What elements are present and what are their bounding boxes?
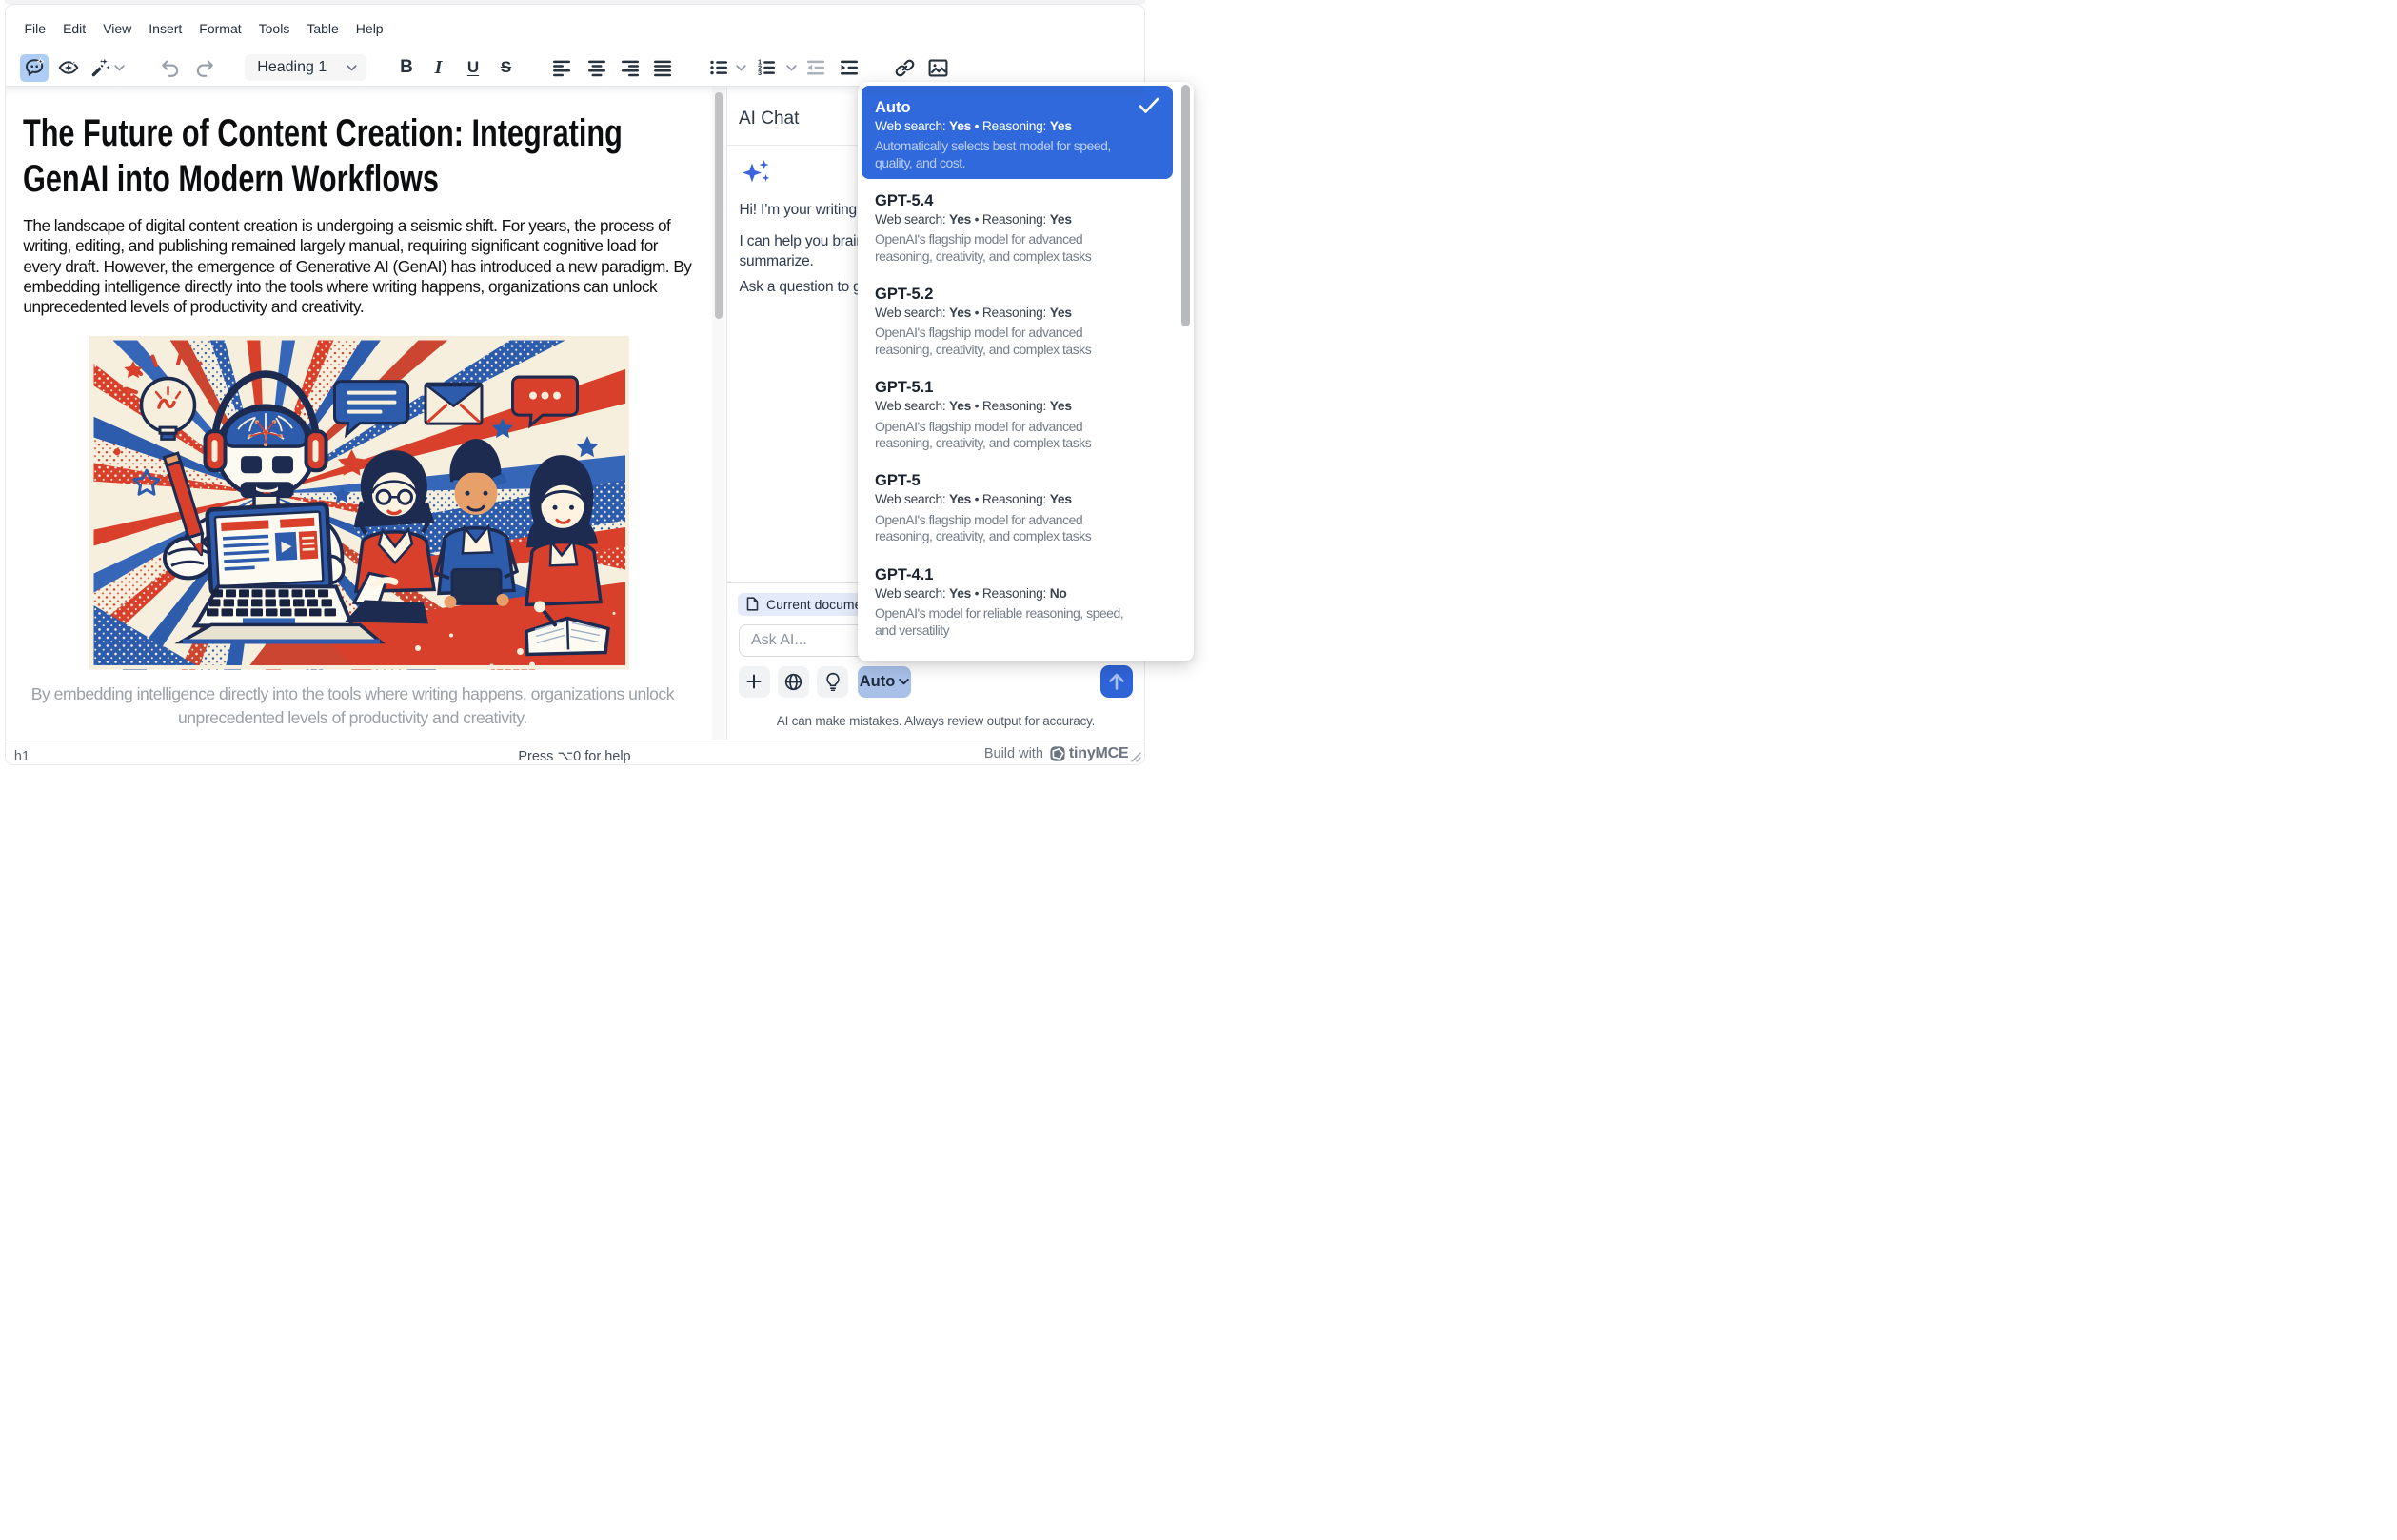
svg-text:3: 3: [758, 69, 762, 77]
